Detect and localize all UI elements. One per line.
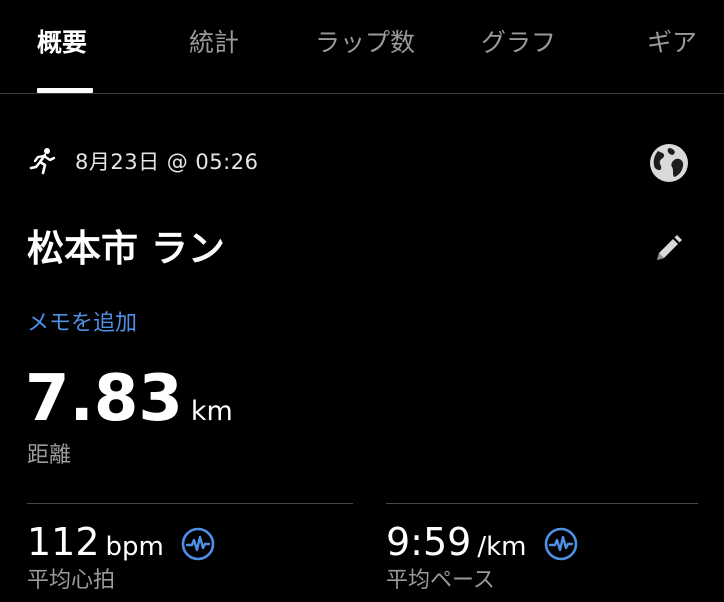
heart-rate-icon[interactable]	[181, 527, 215, 561]
divider-left	[27, 503, 353, 504]
tab-gear[interactable]: ギア	[647, 26, 697, 60]
pencil-edit-icon[interactable]	[652, 233, 684, 265]
active-tab-indicator	[37, 88, 93, 93]
avg-heart-rate-unit: bpm	[105, 532, 164, 562]
tab-overview[interactable]: 概要	[37, 26, 87, 60]
distance-unit: km	[190, 396, 233, 427]
globe-icon[interactable]	[648, 142, 690, 184]
running-person-icon	[29, 148, 56, 175]
divider-right	[386, 503, 698, 504]
heart-rate-icon[interactable]	[544, 527, 578, 561]
avg-pace-unit: /km	[477, 532, 527, 562]
avg-pace-label: 平均ペース	[386, 568, 495, 593]
tab-laps[interactable]: ラップ数	[315, 26, 415, 60]
distance-label: 距離	[27, 443, 72, 468]
distance-value: 7.83	[25, 362, 183, 436]
activity-date-time: 8月23日 @ 05:26	[75, 150, 259, 174]
distance-stat: 7.83 km	[25, 360, 233, 438]
add-memo-link[interactable]: メモを追加	[27, 308, 137, 340]
tab-graphs[interactable]: グラフ	[481, 26, 556, 60]
activity-title: 松本市 ラン	[27, 227, 225, 270]
avg-pace-value: 9:59	[386, 520, 472, 564]
activity-meta-row: 8月23日 @ 05:26	[28, 142, 698, 182]
avg-heart-rate-value: 112	[27, 520, 100, 564]
tab-stats[interactable]: 統計	[189, 26, 239, 60]
avg-heart-rate-label: 平均心拍	[27, 568, 116, 593]
tab-bar: 概要 統計 ラップ数 グラフ ギア	[0, 0, 724, 94]
